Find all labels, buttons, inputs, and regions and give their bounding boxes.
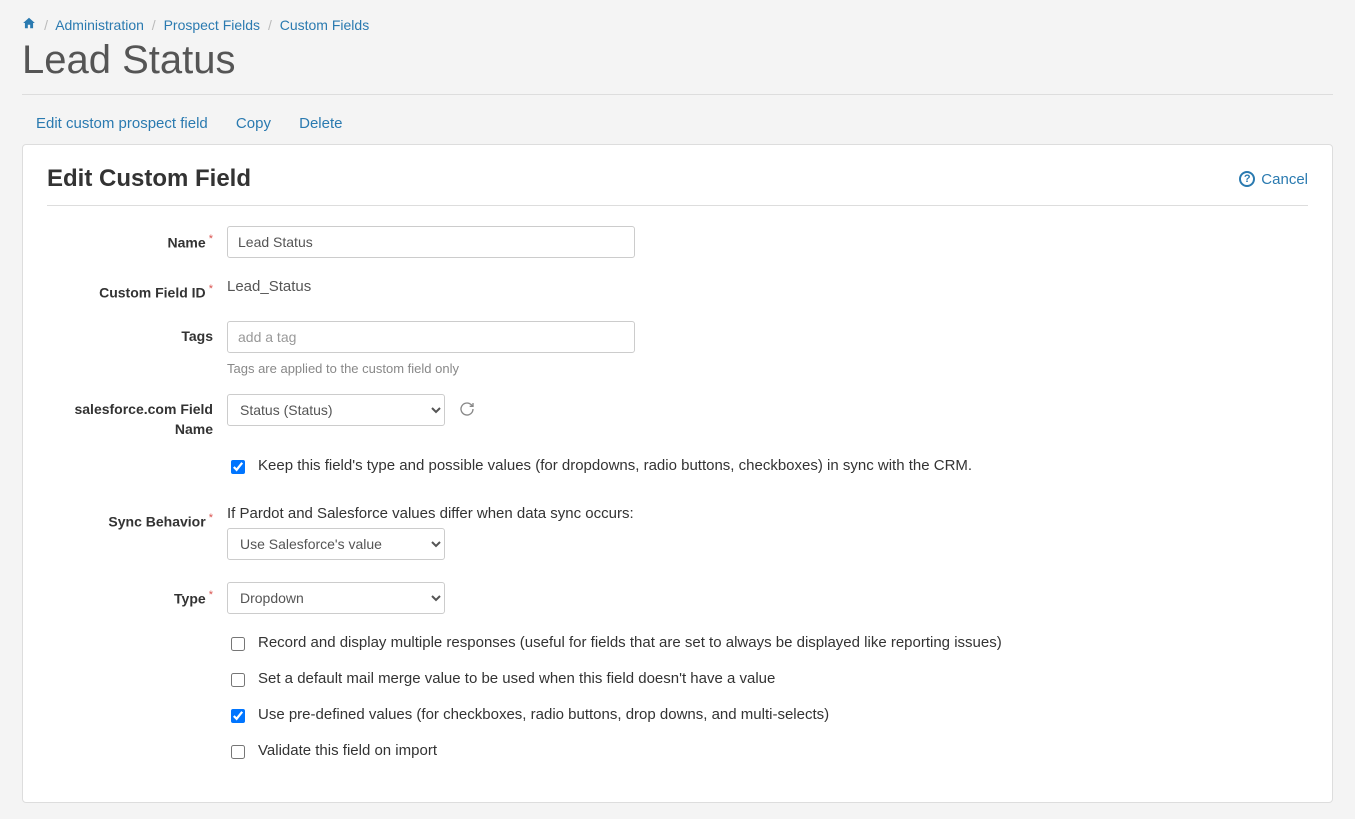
custom-field-id-value: Lead_Status xyxy=(227,276,1308,303)
tags-input[interactable] xyxy=(227,321,635,353)
type-select[interactable]: Dropdown xyxy=(227,582,445,614)
predefined-row[interactable]: Use pre-defined values (for checkboxes, … xyxy=(227,706,1308,726)
record-multiple-label: Record and display multiple responses (u… xyxy=(258,634,1002,651)
label-type: Type xyxy=(47,582,227,614)
cancel-button[interactable]: ? Cancel xyxy=(1239,171,1308,188)
breadcrumb-prospect-fields[interactable]: Prospect Fields xyxy=(164,17,260,33)
sync-keep-label: Keep this field's type and possible valu… xyxy=(258,457,972,474)
default-merge-label: Set a default mail merge value to be use… xyxy=(258,670,775,687)
separator: / xyxy=(152,17,156,33)
tab-delete[interactable]: Delete xyxy=(299,115,342,132)
separator: / xyxy=(268,17,272,33)
sync-behavior-select[interactable]: Use Salesforce's value xyxy=(227,528,445,560)
help-icon: ? xyxy=(1239,171,1255,187)
tags-helper: Tags are applied to the custom field onl… xyxy=(227,361,1308,376)
sync-prompt: If Pardot and Salesforce values differ w… xyxy=(227,505,1308,522)
breadcrumb-custom-fields[interactable]: Custom Fields xyxy=(280,17,369,33)
label-sync-behavior: Sync Behavior xyxy=(47,505,227,560)
default-merge-row[interactable]: Set a default mail merge value to be use… xyxy=(227,670,1308,690)
edit-panel: Edit Custom Field ? Cancel Name Custom F… xyxy=(22,144,1333,803)
record-multiple-checkbox[interactable] xyxy=(231,637,245,651)
divider xyxy=(22,94,1333,95)
name-input[interactable] xyxy=(227,226,635,258)
validate-label: Validate this field on import xyxy=(258,742,437,759)
action-tabs: Edit custom prospect field Copy Delete xyxy=(22,109,1333,144)
label-tags: Tags xyxy=(47,321,227,376)
predefined-checkbox[interactable] xyxy=(231,709,245,723)
label-sf-field: salesforce.com Field Name xyxy=(47,394,227,439)
separator: / xyxy=(44,17,48,33)
page-title: Lead Status xyxy=(22,36,1333,84)
cancel-label: Cancel xyxy=(1261,171,1308,188)
tab-edit[interactable]: Edit custom prospect field xyxy=(36,115,208,132)
breadcrumb: / Administration / Prospect Fields / Cus… xyxy=(22,16,1333,34)
sync-keep-checkbox[interactable] xyxy=(231,460,245,474)
record-multiple-row[interactable]: Record and display multiple responses (u… xyxy=(227,634,1308,654)
label-name: Name xyxy=(47,226,227,258)
predefined-label: Use pre-defined values (for checkboxes, … xyxy=(258,706,829,723)
validate-row[interactable]: Validate this field on import xyxy=(227,742,1308,762)
default-merge-checkbox[interactable] xyxy=(231,673,245,687)
label-custom-field-id: Custom Field ID xyxy=(47,276,227,303)
divider xyxy=(47,205,1308,206)
refresh-icon[interactable] xyxy=(459,401,475,422)
sf-field-select[interactable]: Status (Status) xyxy=(227,394,445,426)
panel-heading: Edit Custom Field xyxy=(47,165,251,193)
tab-copy[interactable]: Copy xyxy=(236,115,271,132)
validate-checkbox[interactable] xyxy=(231,745,245,759)
breadcrumb-admin[interactable]: Administration xyxy=(55,17,144,33)
home-icon[interactable] xyxy=(22,17,40,34)
sync-keep-row[interactable]: Keep this field's type and possible valu… xyxy=(227,457,1308,477)
